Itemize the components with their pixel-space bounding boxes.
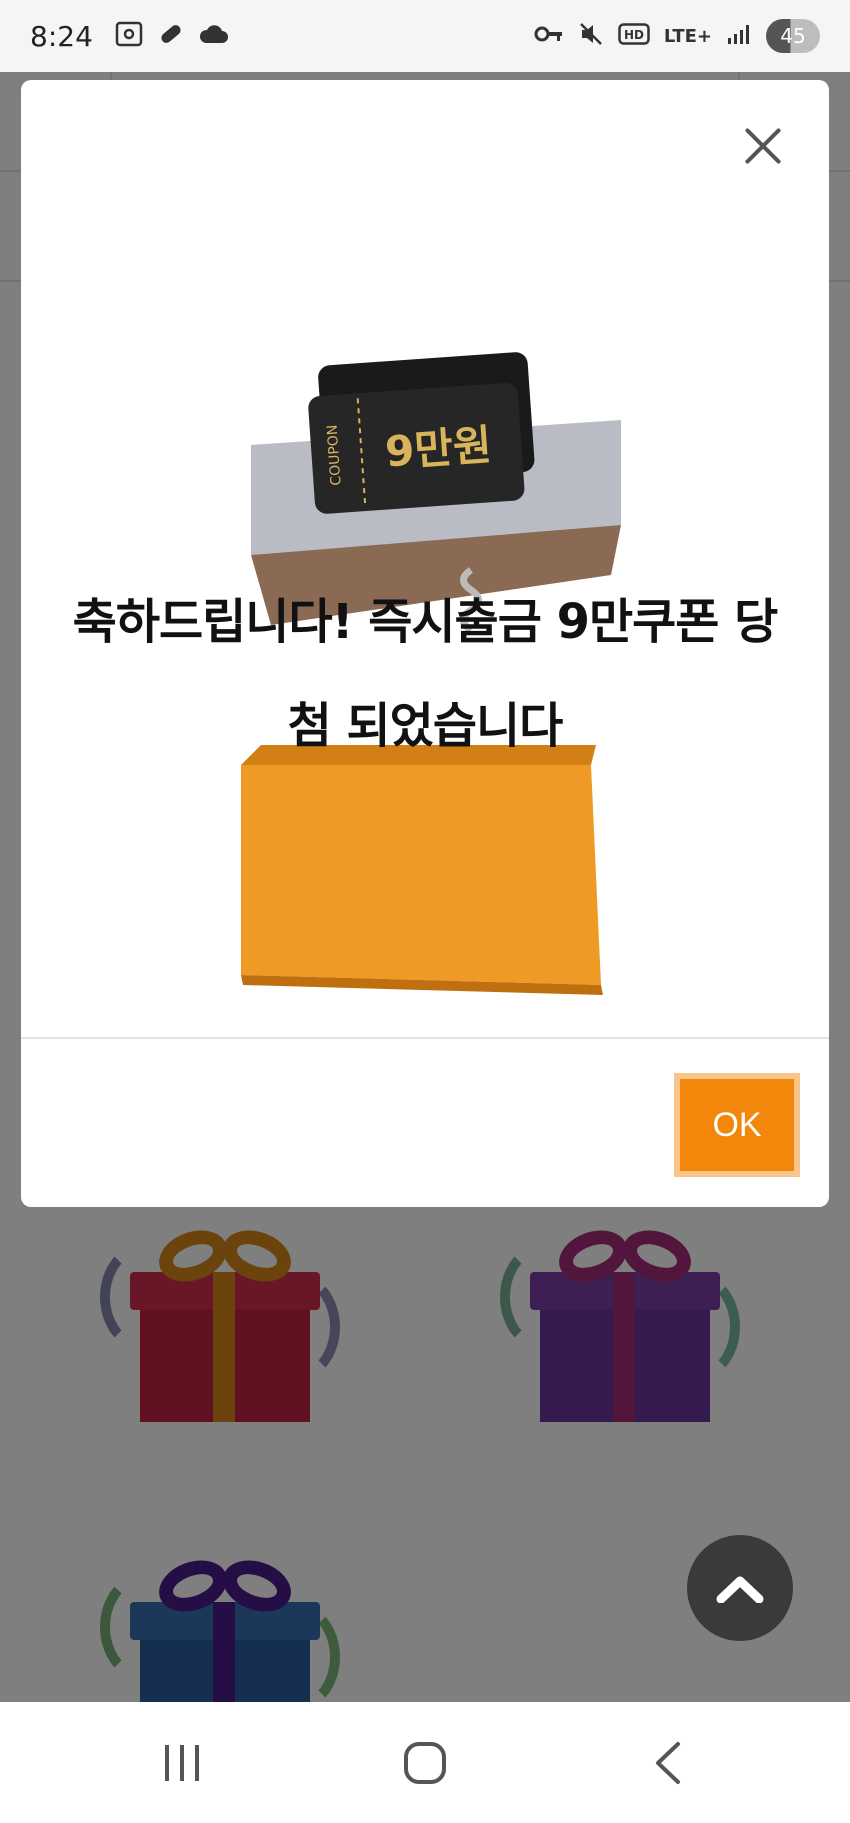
- scroll-to-top-button[interactable]: [687, 1535, 793, 1641]
- key-icon: [534, 24, 564, 48]
- ok-button[interactable]: OK: [674, 1073, 800, 1177]
- system-nav-bar: [0, 1702, 850, 1823]
- status-bar: 8:24 HD LTE+ 45: [0, 0, 850, 72]
- home-button[interactable]: [380, 1728, 470, 1798]
- signal-icon: [726, 23, 752, 49]
- status-time: 8:24: [30, 19, 93, 53]
- back-button[interactable]: [623, 1728, 713, 1798]
- prize-modal: COUPON 9만원 축하드립니다! 즉시출금 9만쿠폰 당 첨 되었습니다 O…: [21, 80, 829, 1207]
- status-left: 8:24: [30, 20, 229, 53]
- close-icon[interactable]: [737, 120, 789, 172]
- screenshot-icon: [115, 21, 143, 51]
- prize-message: 축하드립니다! 즉시출금 9만쿠폰 당 첨 되었습니다: [41, 570, 809, 778]
- recent-apps-button[interactable]: [137, 1728, 227, 1798]
- prize-message-line2: 첨 되었습니다: [287, 698, 564, 754]
- svg-text:HD: HD: [624, 28, 644, 42]
- battery-indicator: 45: [766, 19, 820, 53]
- prize-message-line1: 축하드립니다! 즉시출금 9만쿠폰 당: [72, 594, 779, 650]
- pill-icon: [157, 21, 185, 51]
- back-icon: [656, 1741, 681, 1784]
- modal-divider: [21, 1037, 829, 1039]
- mute-icon: [578, 21, 604, 51]
- coupon-amount: 9만원: [384, 420, 494, 476]
- cloud-icon: [199, 23, 229, 49]
- status-right: HD LTE+ 45: [534, 19, 820, 53]
- recent-apps-icon: [164, 1744, 199, 1781]
- network-type: LTE+: [663, 25, 712, 47]
- home-icon: [403, 1741, 446, 1784]
- chevron-up-icon: [716, 1576, 764, 1603]
- hd-icon: HD: [618, 23, 650, 49]
